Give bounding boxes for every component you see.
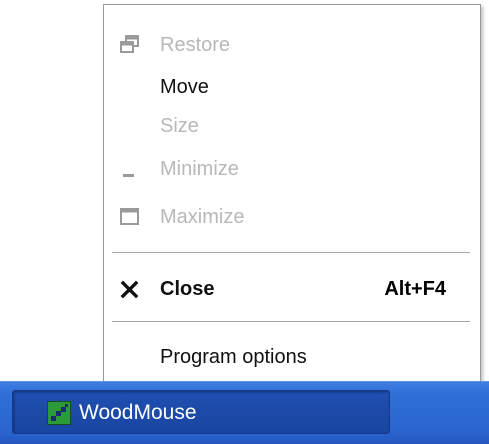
menu-item-label: Minimize xyxy=(160,158,239,180)
menu-item-move[interactable]: Move xyxy=(104,67,480,107)
menu-item-label: Size xyxy=(160,115,199,137)
menu-item-label: Move xyxy=(160,76,209,98)
menu-item-label: Close xyxy=(160,278,215,300)
taskbar-button-label: WoodMouse xyxy=(79,401,197,424)
menu-item-program-options[interactable]: Program options xyxy=(104,337,480,377)
menu-separator xyxy=(112,252,470,254)
taskbar-button-woodmouse[interactable]: WoodMouse xyxy=(12,390,390,434)
maximize-icon xyxy=(118,205,142,229)
menu-item-label: Program options xyxy=(160,346,307,368)
minimize-icon xyxy=(118,157,142,181)
menu-item-size[interactable]: Size xyxy=(104,106,480,146)
menu-item-minimize[interactable]: Minimize xyxy=(104,149,480,189)
menu-item-shortcut: Alt+F4 xyxy=(384,278,446,300)
close-icon xyxy=(118,277,142,301)
woodmouse-app-icon xyxy=(47,401,71,425)
taskbar: WoodMouse xyxy=(0,381,489,444)
menu-item-label: Restore xyxy=(160,34,231,56)
restore-icon xyxy=(118,33,142,57)
menu-separator xyxy=(112,321,470,323)
menu-item-label: Maximize xyxy=(160,206,245,228)
menu-item-close[interactable]: Close Alt+F4 xyxy=(104,269,480,309)
menu-item-restore[interactable]: Restore xyxy=(104,25,480,65)
window-system-menu: Restore Move Size Minimize Maximize Clos… xyxy=(103,4,481,382)
menu-item-maximize[interactable]: Maximize xyxy=(104,197,480,237)
